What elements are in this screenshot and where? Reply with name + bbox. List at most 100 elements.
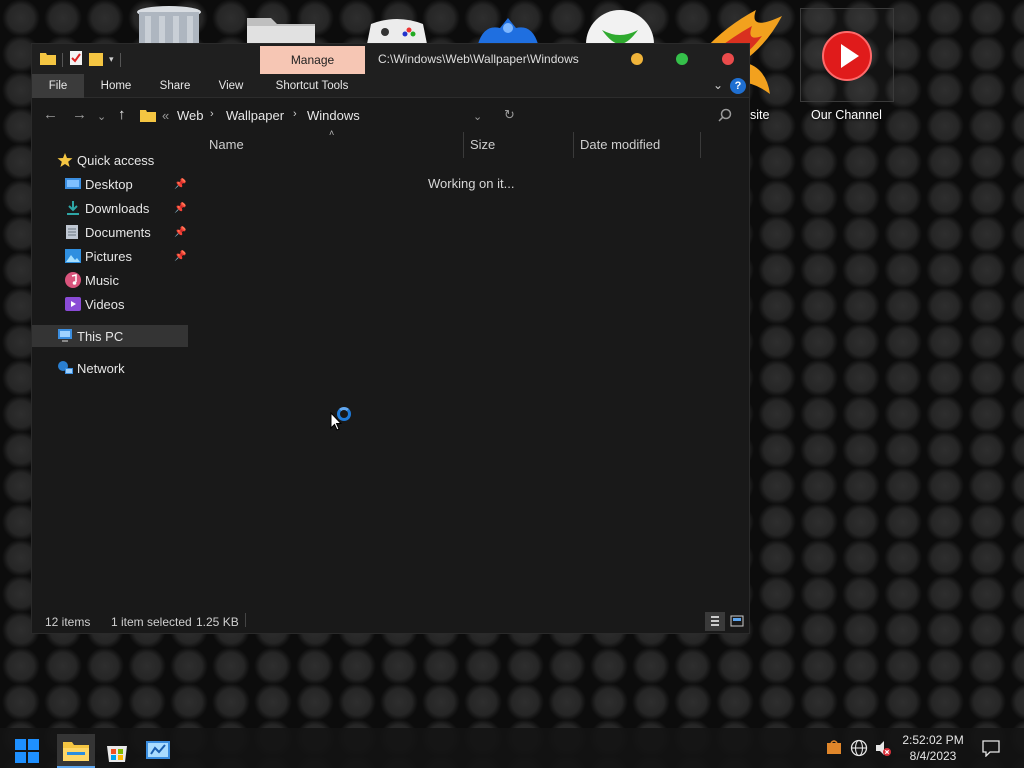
maximize-button[interactable] [676, 53, 688, 65]
nav-label: Music [85, 272, 119, 288]
our-channel-icon[interactable] [800, 28, 894, 84]
nav-pictures[interactable]: Pictures 📌 [32, 245, 188, 267]
taskbar-file-explorer[interactable] [57, 734, 95, 768]
music-icon [65, 272, 81, 288]
breadcrumb-item-wallpaper[interactable]: Wallpaper [226, 108, 284, 123]
clock[interactable]: 2:52:02 PM 8/4/2023 [880, 732, 986, 764]
title-bar[interactable]: ▾ Manage C:\Windows\Web\Wallpaper\Window… [32, 44, 749, 74]
nav-music[interactable]: Music [32, 269, 188, 291]
taskbar-microsoft-store[interactable] [98, 734, 136, 768]
clock-time: 2:52:02 PM [902, 733, 964, 747]
column-divider[interactable] [700, 132, 701, 158]
back-arrow-icon[interactable]: ← [43, 107, 58, 123]
quick-access-toolbar: ▾ [40, 50, 121, 69]
tab-share[interactable]: Share [156, 74, 194, 98]
column-divider[interactable] [463, 132, 464, 158]
taskbar: 2:52:02 PM 8/4/2023 [0, 728, 1024, 768]
chevron-right-icon[interactable]: › [293, 108, 297, 120]
website-app-label: site [750, 108, 770, 122]
column-header-size[interactable]: Size [470, 137, 495, 161]
nav-network[interactable]: Network [32, 357, 188, 379]
nav-videos[interactable]: Videos [32, 293, 188, 315]
document-icon [65, 224, 81, 239]
nav-quick-access[interactable]: Quick access [32, 149, 188, 171]
search-icon[interactable] [718, 108, 732, 125]
nav-downloads[interactable]: Downloads 📌 [32, 197, 188, 219]
videos-icon [65, 296, 81, 311]
tab-file[interactable]: File [32, 74, 84, 98]
status-bar: 12 items 1 item selected 1.25 KB [32, 609, 749, 633]
ribbon-tabs: File Home Share View Shortcut Tools ⌄ ? [32, 74, 749, 98]
clock-date: 8/4/2023 [909, 749, 957, 763]
up-arrow-icon[interactable]: ↑ [118, 107, 126, 123]
tab-manage[interactable]: Manage [260, 46, 365, 74]
start-button[interactable] [8, 734, 46, 768]
nav-label: Pictures [85, 248, 132, 264]
store-bag-icon[interactable] [826, 739, 842, 759]
pin-icon[interactable]: 📌 [174, 227, 186, 238]
nav-label: Quick access [77, 152, 155, 168]
nav-label: This PC [77, 328, 124, 344]
breadcrumb-item-web[interactable]: Web [177, 108, 204, 123]
address-bar: ← → ⌄ ↑ « Web › Wallpaper › Windows ⌄ ↻ [32, 99, 749, 131]
expand-ribbon-chevron-icon[interactable]: ⌄ [713, 78, 723, 92]
large-icons-view-button[interactable] [727, 612, 747, 631]
download-icon [65, 200, 81, 215]
star-icon [57, 153, 73, 167]
address-dropdown-chevron-icon[interactable]: ⌄ [473, 109, 482, 125]
desktop-icon [65, 177, 81, 191]
network-globe-icon[interactable] [850, 739, 868, 761]
divider [62, 52, 63, 67]
properties-icon[interactable] [69, 50, 83, 69]
refresh-icon[interactable]: ↻ [504, 107, 515, 123]
computer-icon [57, 329, 73, 343]
our-channel-label: Our Channel [811, 108, 882, 122]
pin-icon[interactable]: 📌 [174, 179, 186, 190]
item-count: 12 items [45, 615, 91, 629]
new-folder-icon[interactable] [89, 50, 103, 69]
window-title: C:\Windows\Web\Wallpaper\Windows [378, 52, 579, 66]
taskbar-control-panel[interactable] [139, 734, 177, 768]
details-view-button[interactable] [705, 612, 725, 631]
chevron-right-icon[interactable]: › [210, 108, 214, 120]
sort-caret-icon: ˄ [329, 128, 335, 138]
folder-icon[interactable] [234, 12, 328, 47]
folder-icon[interactable] [40, 51, 56, 68]
divider [119, 52, 121, 67]
nav-label: Videos [85, 296, 125, 312]
nav-label: Downloads [85, 200, 150, 216]
network-icon [57, 360, 73, 374]
nav-desktop[interactable]: Desktop 📌 [32, 173, 188, 195]
chevron-down-icon[interactable]: ▾ [109, 54, 114, 65]
recycle-bin-icon[interactable] [122, 4, 216, 47]
xbox-logo-icon[interactable] [572, 10, 666, 78]
nav-documents[interactable]: Documents 📌 [32, 221, 188, 243]
loading-status-text: Working on it... [428, 176, 515, 191]
notifications-icon[interactable] [982, 739, 1000, 761]
breadcrumb-overflow[interactable]: « [162, 108, 169, 123]
forward-arrow-icon[interactable]: → [72, 107, 87, 123]
file-explorer-window: ▾ Manage C:\Windows\Web\Wallpaper\Window… [31, 43, 750, 634]
tab-home[interactable]: Home [96, 74, 136, 98]
recent-locations-chevron-icon[interactable]: ⌄ [97, 109, 106, 125]
nav-label: Documents [85, 224, 151, 240]
nav-label: Desktop [85, 176, 133, 192]
close-button[interactable] [722, 53, 734, 65]
minimize-button[interactable] [631, 53, 643, 65]
column-header-date-modified[interactable]: Date modified [580, 137, 660, 161]
nav-label: Network [77, 360, 125, 376]
breadcrumb-item-windows[interactable]: Windows [307, 108, 360, 123]
pin-icon[interactable]: 📌 [174, 203, 186, 214]
tab-view[interactable]: View [212, 74, 250, 98]
column-header-name[interactable]: Name [209, 137, 244, 161]
pictures-icon [65, 249, 81, 263]
selection-count: 1 item selected [111, 615, 192, 629]
pin-icon[interactable]: 📌 [174, 251, 186, 262]
tab-shortcut-tools[interactable]: Shortcut Tools [268, 74, 356, 98]
nav-this-pc[interactable]: This PC [32, 325, 188, 347]
divider [245, 613, 246, 627]
folder-icon [140, 108, 156, 125]
help-button[interactable]: ? [730, 78, 746, 94]
loading-spinner-icon [337, 407, 351, 421]
column-divider[interactable] [573, 132, 574, 158]
